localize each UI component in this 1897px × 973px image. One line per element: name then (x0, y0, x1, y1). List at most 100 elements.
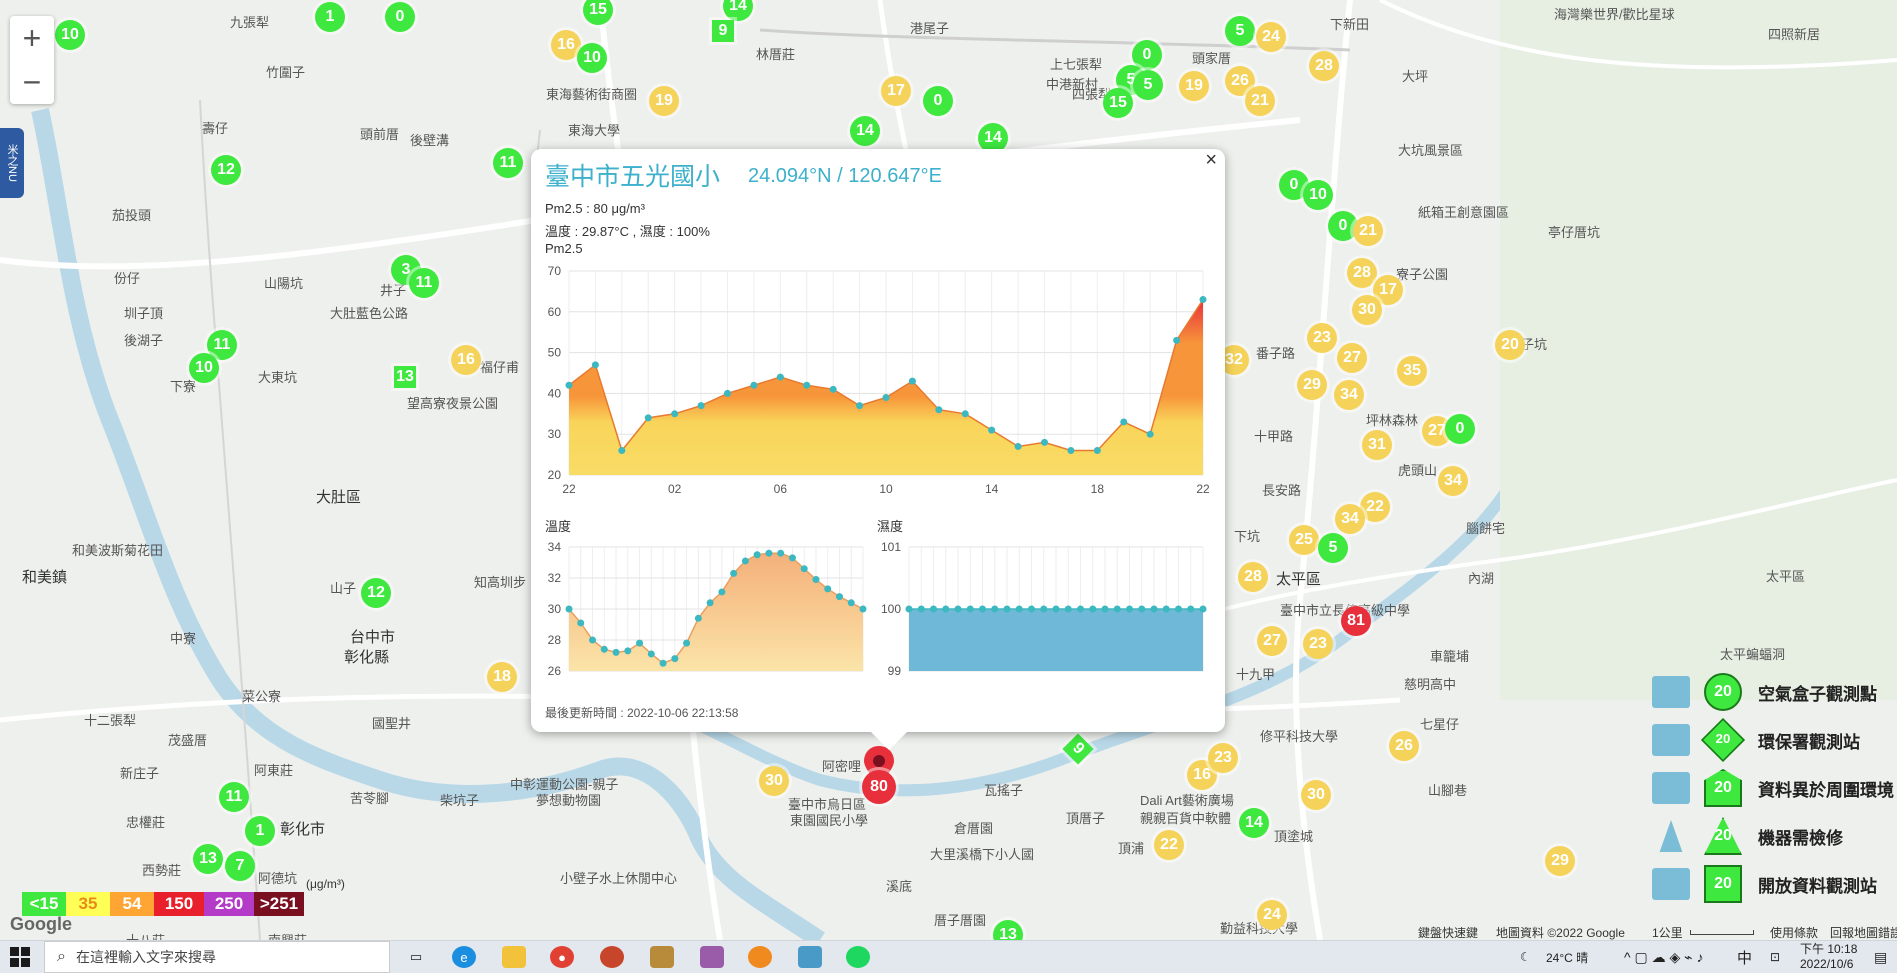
taskbar-weather[interactable]: 24°C 晴 (1546, 941, 1588, 973)
station-marker[interactable]: 5 (1133, 70, 1163, 100)
station-marker[interactable]: 30 (759, 766, 789, 796)
station-marker[interactable]: 11 (219, 782, 249, 812)
station-marker[interactable]: 19 (649, 86, 679, 116)
y-tick-label: 100 (881, 602, 901, 616)
data-point (1150, 605, 1158, 613)
station-marker[interactable]: 0 (923, 86, 953, 116)
station-marker[interactable]: 19 (1179, 71, 1209, 101)
station-marker[interactable]: 27 (1257, 626, 1287, 656)
station-marker[interactable]: 5 (1225, 16, 1255, 46)
station-marker[interactable]: 18 (487, 662, 517, 692)
station-marker[interactable]: 35 (1397, 356, 1427, 386)
station-marker[interactable]: 23 (1303, 629, 1333, 659)
station-marker[interactable]: 0 (1445, 414, 1475, 444)
station-marker[interactable]: 12 (361, 578, 391, 608)
station-marker[interactable]: 21 (1353, 216, 1383, 246)
y-tick-label: 28 (548, 633, 562, 647)
ime-indicator[interactable]: 中 (1737, 941, 1752, 973)
station-marker[interactable]: 14 (850, 116, 880, 146)
data-point (1126, 605, 1133, 613)
taskbar-clock[interactable]: 下午 10:18 2022/10/6 (1800, 941, 1857, 973)
station-marker[interactable]: 34 (1335, 504, 1365, 534)
station-marker[interactable]: 31 (1362, 430, 1392, 460)
data-point (750, 381, 758, 389)
station-marker[interactable]: 11 (493, 148, 523, 178)
station-marker[interactable]: 26 (1389, 731, 1419, 761)
station-marker[interactable]: 9 (712, 20, 734, 42)
station-marker[interactable]: 28 (1309, 51, 1339, 81)
station-marker[interactable]: 16 (451, 345, 481, 375)
data-point (1113, 605, 1121, 613)
app-icon-4[interactable] (798, 946, 822, 968)
place-label: 上七張犁 (1050, 57, 1103, 72)
station-marker[interactable]: 12 (211, 155, 241, 185)
station-marker[interactable]: 81 (1341, 606, 1371, 636)
station-marker[interactable]: 13 (193, 844, 223, 874)
station-marker[interactable]: 23 (1307, 323, 1337, 353)
station-legend-label: 空氣盒子觀測點 (1758, 684, 1877, 704)
side-panel-tab[interactable]: 米之NU (0, 128, 24, 198)
station-marker[interactable]: 1 (245, 816, 275, 846)
station-marker[interactable]: 10 (189, 353, 219, 383)
report-error-link[interactable]: 回報地圖錯誤 (1830, 924, 1897, 940)
blender-icon[interactable] (748, 946, 772, 968)
spotify-icon[interactable] (846, 946, 870, 968)
station-marker[interactable]: 30 (1352, 295, 1382, 325)
station-marker[interactable]: 10 (577, 43, 607, 73)
chrome-icon[interactable]: ● (550, 946, 574, 968)
place-label: 山腳巷 (1428, 783, 1468, 798)
station-marker[interactable]: 23 (1208, 743, 1238, 773)
data-point (1093, 447, 1101, 455)
station-marker[interactable]: 7 (225, 851, 255, 881)
data-point (812, 576, 820, 584)
selected-station-marker[interactable]: 80 (862, 770, 896, 804)
tray-icons[interactable]: ^ ▢ ☁ ◈ ⌁ ♪ (1624, 941, 1703, 973)
notification-icon[interactable]: ▤ (1874, 941, 1887, 973)
station-marker[interactable]: 20 (1495, 330, 1525, 360)
station-marker[interactable]: 34 (1438, 466, 1468, 496)
edge-browser-icon[interactable]: e (452, 946, 476, 968)
station-marker[interactable]: 27 (1337, 343, 1367, 373)
station-marker[interactable]: 34 (1334, 380, 1364, 410)
file-explorer-icon[interactable] (502, 946, 526, 968)
station-marker[interactable]: 25 (1289, 525, 1319, 555)
station-marker[interactable]: 10 (55, 20, 85, 50)
station-legend-row: 20 機器需檢修 (1652, 816, 1897, 856)
station-marker[interactable]: 5 (1318, 533, 1348, 563)
station-marker[interactable]: 28 (1238, 562, 1268, 592)
station-marker[interactable]: 24 (1256, 22, 1286, 52)
station-marker[interactable]: 1 (315, 2, 345, 32)
station-marker[interactable]: 28 (1347, 258, 1377, 288)
data-point (824, 585, 832, 593)
station-marker[interactable]: 15 (1103, 88, 1133, 118)
place-label: 坪林森林 (1366, 413, 1419, 428)
zoom-in-button[interactable]: + (10, 16, 54, 60)
station-marker[interactable]: 10 (1303, 180, 1333, 210)
app-icon-3[interactable] (700, 946, 724, 968)
data-point (1015, 605, 1023, 613)
zoom-out-button[interactable]: − (10, 60, 54, 104)
station-marker[interactable]: 17 (881, 76, 911, 106)
station-marker[interactable]: 13 (394, 366, 416, 388)
station-marker[interactable]: 11 (409, 268, 439, 298)
station-marker[interactable]: 0 (385, 2, 415, 32)
station-marker[interactable]: 14 (1239, 808, 1269, 838)
station-marker[interactable]: 21 (1245, 86, 1275, 116)
place-label: 山子 (330, 581, 357, 596)
station-marker[interactable]: 24 (1257, 900, 1287, 930)
map-canvas[interactable]: 九張犁 竹圍子 壽仔 頭前厝 後壁溝 茄投頭 份仔 山陽坑 井子 圳子頂 大肚藍色公路 後湖子 大東坑下… (0, 0, 1897, 940)
station-marker[interactable]: 22 (1154, 830, 1184, 860)
station-marker[interactable]: 29 (1297, 370, 1327, 400)
keyboard-shortcuts-link[interactable]: 鍵盤快速鍵 (1418, 924, 1478, 940)
taskbar-search-box[interactable]: ⌕ 在這裡輸入文字來搜尋 (44, 941, 390, 973)
input-icon[interactable]: ⊡ (1770, 941, 1780, 973)
terms-link[interactable]: 使用條款 (1770, 924, 1818, 940)
station-marker[interactable]: 29 (1545, 846, 1575, 876)
station-marker[interactable]: 30 (1301, 780, 1331, 810)
app-icon-1[interactable] (600, 946, 624, 968)
windows-start-icon[interactable] (10, 947, 30, 967)
task-view-icon[interactable]: ▭ (404, 946, 428, 968)
place-label: 和美鎮 (22, 569, 68, 586)
app-icon-2[interactable] (650, 946, 674, 968)
station-legend-row: 20 環保署觀測站 (1652, 717, 1897, 763)
